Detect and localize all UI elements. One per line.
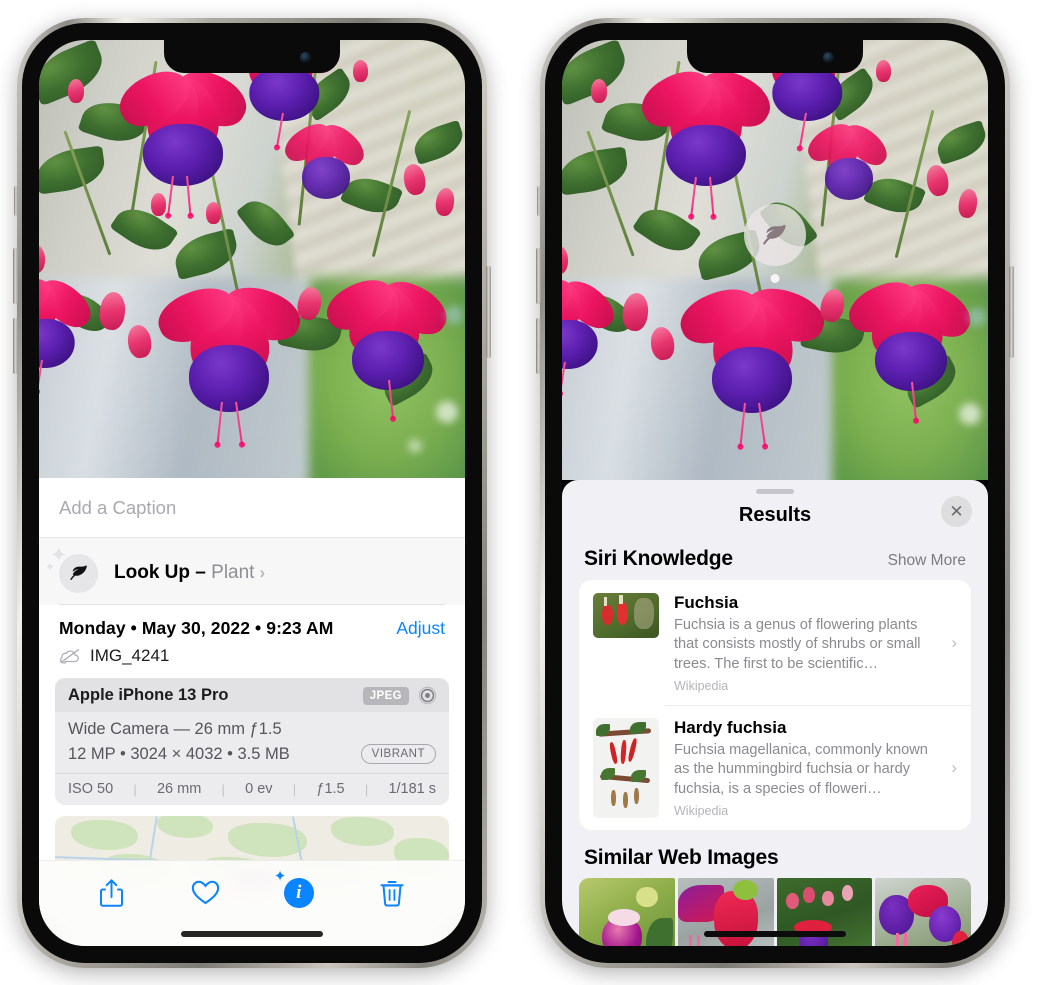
chevron-right-icon: ›: [259, 563, 266, 582]
fuchsia-photo: [39, 40, 465, 478]
knowledge-thumbnail: [593, 593, 659, 638]
knowledge-text: Hardy fuchsia Fuchsia magellanica, commo…: [674, 718, 943, 818]
format-badge: JPEG: [362, 686, 409, 705]
knowledge-thumbnail: [593, 717, 659, 818]
sparkle-icon: ✦: [273, 867, 287, 885]
look-up-label: Look Up – Plant ›: [114, 562, 265, 584]
left-iphone-device: ✦ ✦ Look Up – Plant›: [13, 18, 491, 968]
photo-viewer[interactable]: [39, 40, 465, 478]
delete-button[interactable]: [370, 871, 414, 915]
volume-down-button[interactable]: [536, 318, 541, 374]
front-camera-icon: [300, 52, 311, 63]
results-sheet: Results ✕ Siri Knowledge Show More Fuchs…: [562, 480, 988, 946]
image-dimensions: 12 MP • 3024 × 4032 • 3.5 MB: [68, 744, 290, 763]
chevron-right-icon: ›: [951, 632, 957, 652]
adjust-button[interactable]: Adjust: [396, 618, 445, 639]
exif-sep-2: |: [221, 781, 225, 797]
mute-switch[interactable]: [537, 186, 541, 216]
photographic-style-badge: VIBRANT: [360, 744, 436, 764]
info-circle-icon: i: [283, 877, 314, 908]
knowledge-title: Fuchsia: [674, 593, 739, 612]
similar-image-thumb[interactable]: [579, 877, 675, 946]
lookup-block: ✦ ✦ Look Up – Plant ›: [39, 538, 465, 605]
device-name: Apple iPhone 13 Pro: [68, 686, 229, 704]
share-button[interactable]: [90, 871, 134, 915]
favorite-button[interactable]: [183, 871, 227, 915]
aperture-icon: [418, 686, 437, 705]
knowledge-source: Wikipedia: [674, 803, 729, 818]
divider: [665, 704, 971, 706]
knowledge-description: Fuchsia magellanica, commonly known as t…: [674, 741, 928, 797]
volume-up-button[interactable]: [13, 248, 18, 304]
show-more-button[interactable]: Show More: [888, 552, 966, 570]
cloud-slash-icon: [59, 648, 81, 664]
exif-sep-1: |: [133, 781, 137, 797]
exif-stat-aperture: ƒ1.5: [316, 781, 345, 797]
file-name: IMG_4241: [90, 646, 170, 665]
exif-sep-4: |: [364, 781, 369, 797]
list-item[interactable]: Hardy fuchsia Fuchsia magellanica, commo…: [579, 704, 971, 830]
exif-sep-3: |: [292, 781, 297, 797]
notch: [164, 40, 340, 73]
knowledge-card-list: Fuchsia Fuchsia is a genus of flowering …: [579, 580, 971, 830]
look-up-row[interactable]: ✦ ✦ Look Up – Plant ›: [45, 545, 445, 596]
look-up-subject: Plant: [211, 562, 255, 583]
siri-knowledge-title: Siri Knowledge: [584, 547, 733, 570]
info-button[interactable]: ✦ i: [273, 867, 321, 915]
notch: [687, 40, 863, 73]
lens-info: Wide Camera — 26 mm ƒ1.5: [68, 720, 282, 738]
exif-stat-exposure: 0 ev: [245, 781, 273, 797]
sparkle-small-icon: ✦: [45, 560, 56, 574]
caption-row[interactable]: [39, 478, 465, 538]
exif-stat-focal: 26 mm: [156, 781, 202, 797]
volume-down-button[interactable]: [13, 318, 18, 374]
right-iphone-device: Results ✕ Siri Knowledge Show More Fuchs…: [536, 18, 1014, 968]
photo-info-sheet: ✦ ✦ Look Up – Plant›: [39, 478, 465, 946]
front-camera-icon: [823, 52, 834, 63]
knowledge-text: Fuchsia Fuchsia is a genus of flowering …: [674, 593, 943, 693]
exif-stat-iso: ISO 50: [68, 781, 114, 797]
power-button[interactable]: [1009, 266, 1014, 358]
visual-lookup-leaf-marker[interactable]: [744, 204, 806, 283]
similar-web-images-header: Similar Web Images: [562, 830, 988, 878]
exif-card[interactable]: Apple iPhone 13 Pro JPEG Wide Camera — 2…: [55, 678, 449, 805]
similar-image-thumb[interactable]: [875, 877, 971, 946]
close-icon[interactable]: ✕: [941, 496, 972, 527]
marker-dot: [770, 274, 780, 283]
results-title: Results: [738, 503, 812, 526]
knowledge-title: Hardy fuchsia: [674, 717, 787, 737]
capture-date: Monday • May 30, 2022 • 9:23 AM: [59, 618, 334, 638]
volume-up-button[interactable]: [536, 248, 541, 304]
power-button[interactable]: [486, 266, 491, 358]
knowledge-description: Fuchsia is a genus of flowering plants t…: [674, 616, 921, 672]
siri-knowledge-header: Siri Knowledge Show More: [562, 536, 988, 580]
metadata-block: Monday • May 30, 2022 • 9:23 AM Adjust I…: [39, 605, 465, 666]
leaf-icon: [59, 553, 98, 593]
list-item[interactable]: Fuchsia Fuchsia is a genus of flowering …: [579, 580, 971, 705]
look-up-title: Look Up: [114, 562, 190, 583]
chevron-right-icon: ›: [951, 757, 957, 777]
exif-stats-row: ISO 50 | 26 mm | 0 ev | ƒ1.5 | 1/181 s: [55, 773, 449, 805]
similar-web-images-title: Similar Web Images: [584, 845, 779, 869]
knowledge-source: Wikipedia: [674, 678, 729, 693]
exif-stat-shutter: 1/181 s: [388, 781, 437, 797]
caption-input[interactable]: [59, 496, 445, 519]
look-up-dash: –: [195, 562, 206, 583]
screenshot-canvas: ✦ ✦ Look Up – Plant›: [0, 0, 1055, 985]
exif-body: Wide Camera — 26 mm ƒ1.5 12 MP • 3024 × …: [55, 712, 449, 773]
exif-header: Apple iPhone 13 Pro JPEG: [55, 678, 449, 712]
home-indicator[interactable]: [704, 931, 846, 937]
home-indicator[interactable]: [181, 931, 323, 937]
right-phone-screen: Results ✕ Siri Knowledge Show More Fuchs…: [562, 40, 988, 946]
mute-switch[interactable]: [14, 186, 18, 216]
photo-viewer[interactable]: [562, 40, 988, 480]
left-phone-screen: ✦ ✦ Look Up – Plant›: [39, 40, 465, 946]
results-header: Results ✕: [562, 494, 988, 536]
